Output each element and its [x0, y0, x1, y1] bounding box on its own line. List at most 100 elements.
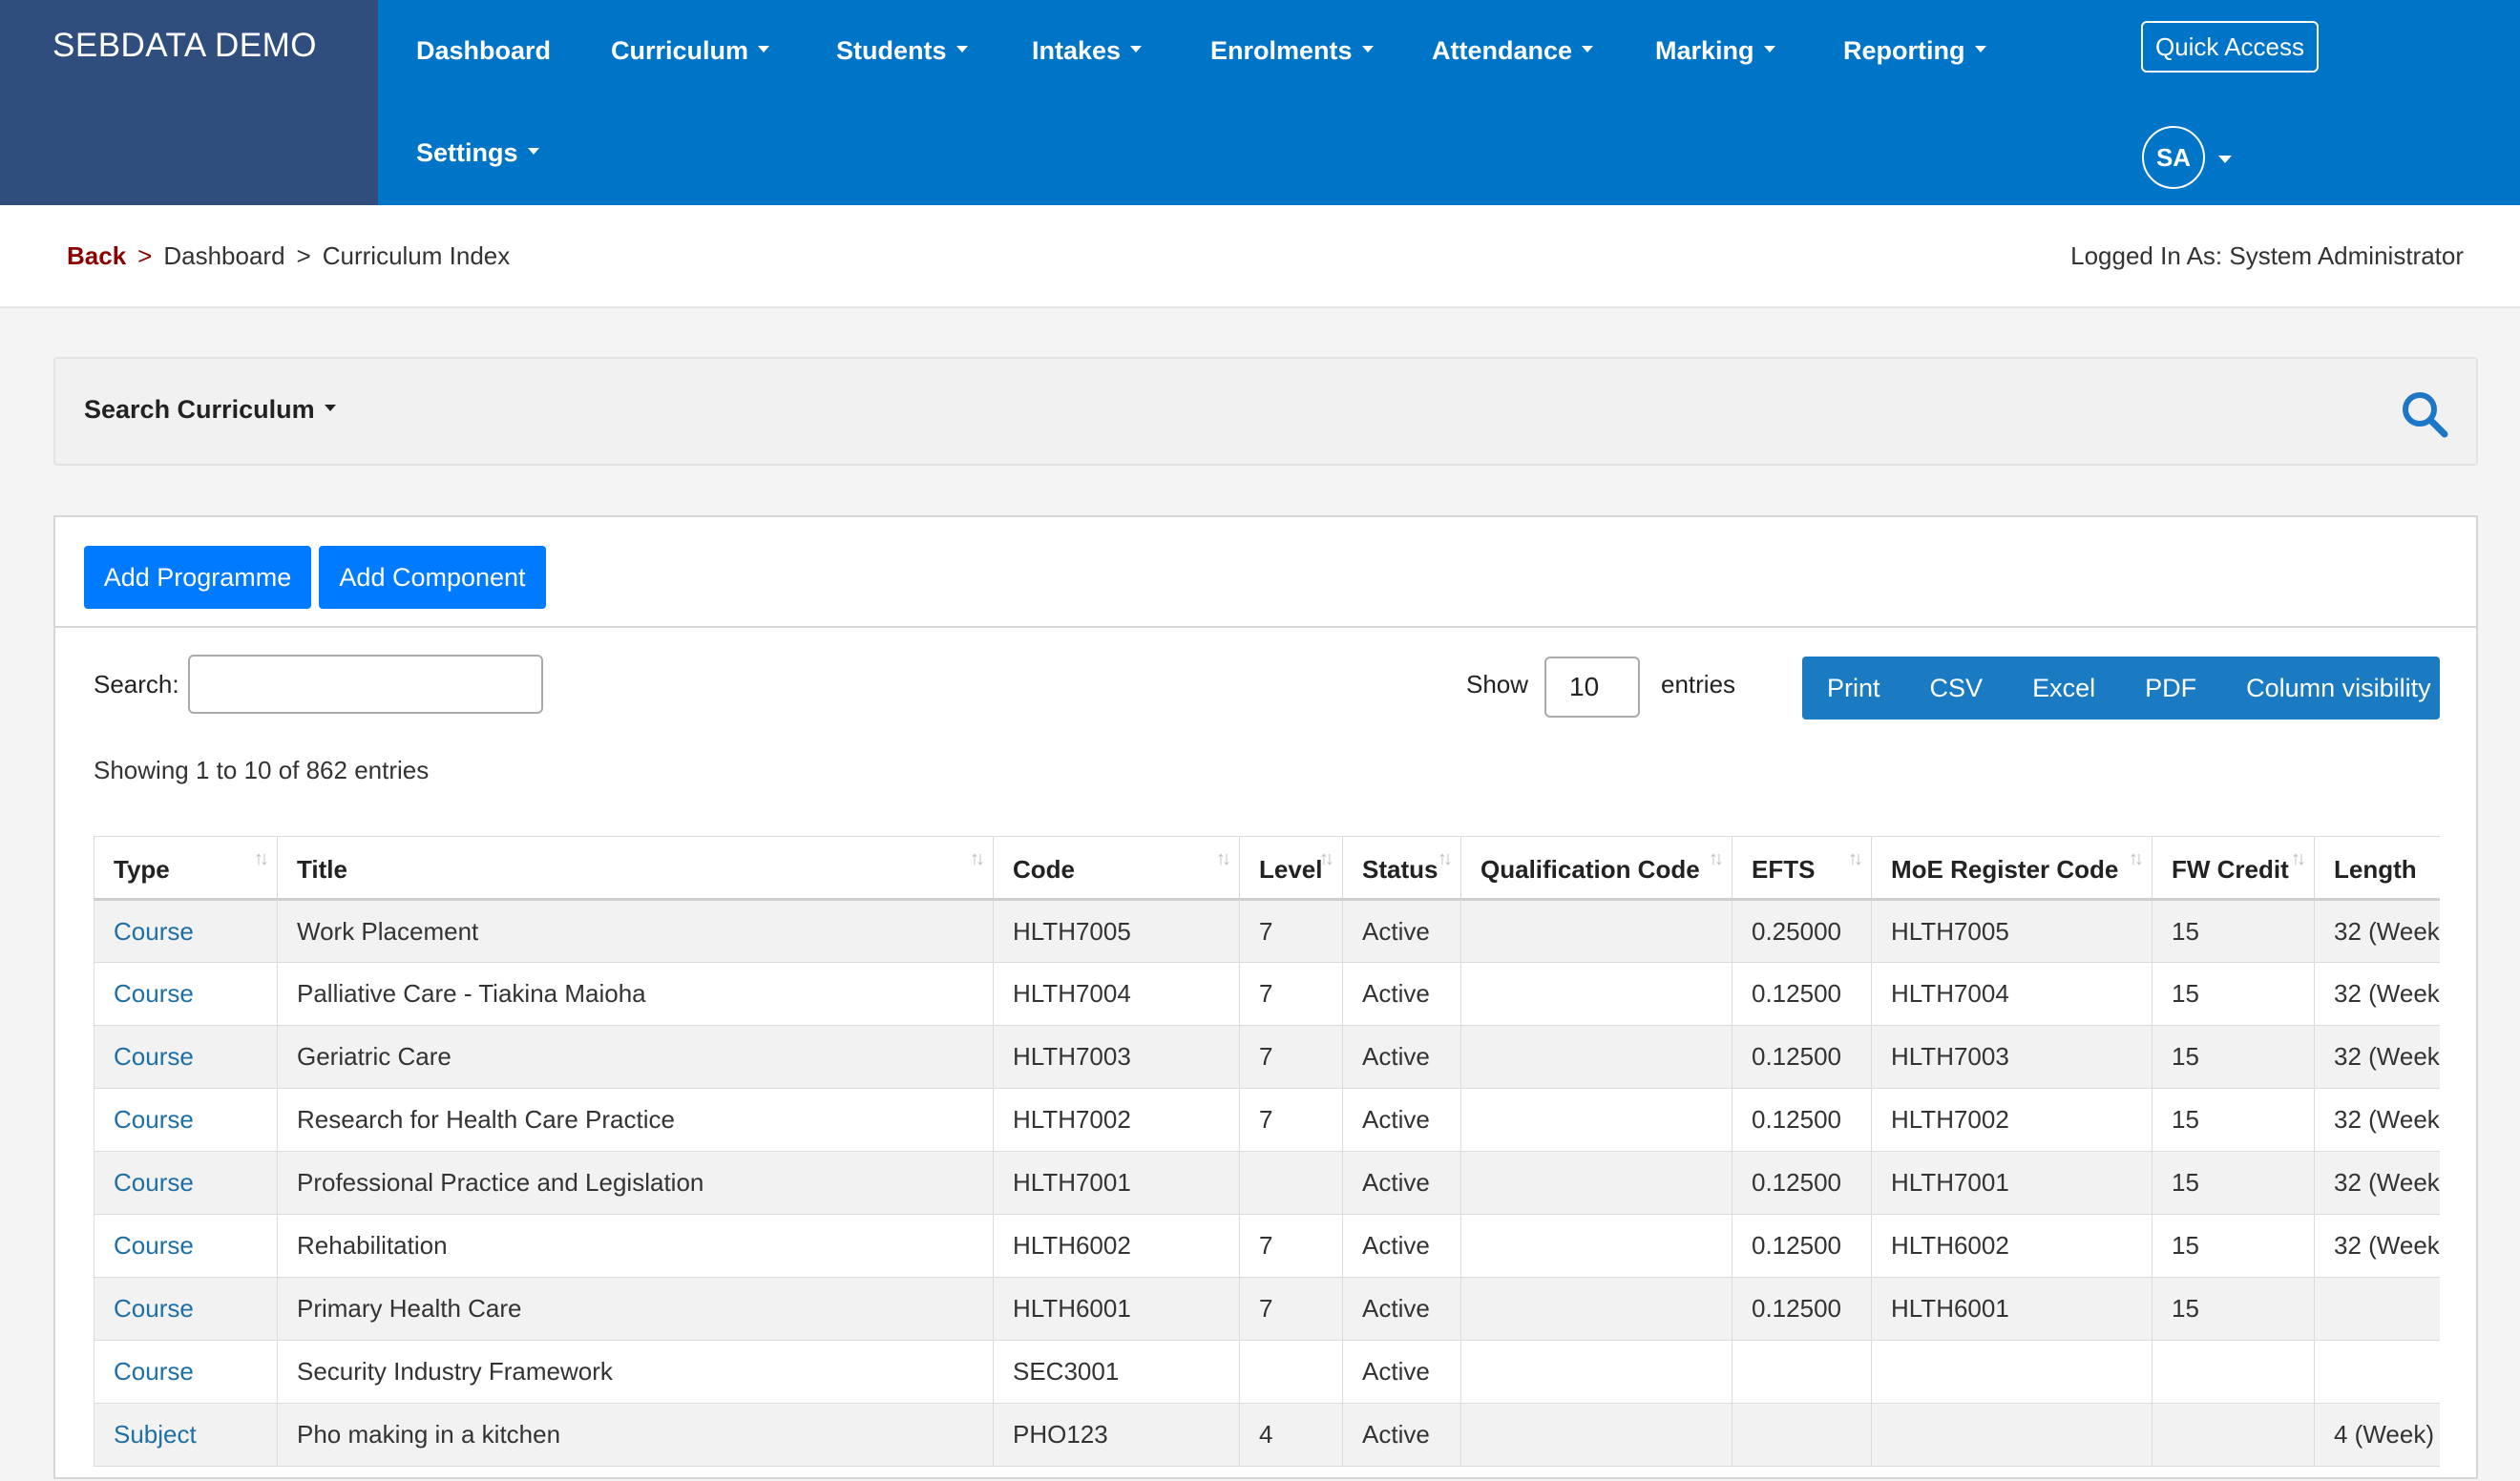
nav-curriculum[interactable]: Curriculum: [611, 36, 770, 66]
cell-moe-register-code: [1871, 1403, 2152, 1467]
column-header-moe-register-code[interactable]: MoE Register Code ↑↓: [1871, 836, 2152, 901]
table-row[interactable]: Course Geriatric Care HLTH7003 7 Active 0.125…: [94, 1025, 2440, 1089]
cell-status: Active: [1342, 1088, 1461, 1152]
table-row[interactable]: Course Work Placement HLTH7005 7 Active 0.250…: [94, 899, 2440, 963]
column-header-length[interactable]: Length: [2314, 836, 2440, 901]
back-link[interactable]: Back: [67, 241, 126, 270]
table-scroll-area[interactable]: Type ↑↓ Title ↑↓ Code ↑↓ Level ↑↓ Status ↑↓ Qualif…: [94, 836, 2440, 1481]
column-visibility-button[interactable]: Column visibility: [2221, 657, 2477, 720]
cell-type[interactable]: Course: [94, 899, 278, 963]
column-header-type[interactable]: Type ↑↓: [94, 836, 278, 901]
search-curriculum-toggle[interactable]: Search Curriculum: [84, 395, 336, 425]
column-header-code[interactable]: Code ↑↓: [993, 836, 1240, 901]
table-row[interactable]: Subject Pho making in a kitchen PHO123 4 Act…: [94, 1403, 2440, 1467]
csv-button[interactable]: CSV: [1905, 657, 2008, 720]
sort-icon[interactable]: ↑↓: [1438, 848, 1453, 870]
sort-icon[interactable]: ↑↓: [970, 848, 985, 870]
cell-type[interactable]: Course: [94, 962, 278, 1026]
quick-access-button[interactable]: Quick Access: [2141, 21, 2319, 73]
cell-efts: 0.12500: [1732, 962, 1872, 1026]
column-header-label: MoE Register Code: [1891, 855, 2119, 884]
cell-type[interactable]: Course: [94, 1151, 278, 1215]
nav-dashboard[interactable]: Dashboard: [416, 36, 551, 66]
entries-label: entries: [1661, 670, 1736, 699]
column-header-fw-credit[interactable]: FW Credit ↑↓: [2152, 836, 2315, 901]
cell-title: Geriatric Care: [277, 1025, 994, 1089]
nav-reporting[interactable]: Reporting: [1843, 36, 1986, 66]
column-header-efts[interactable]: EFTS ↑↓: [1732, 836, 1872, 901]
cell-level: 7: [1239, 899, 1343, 963]
print-button[interactable]: Print: [1802, 657, 1905, 720]
breadcrumb-current: Curriculum Index: [322, 241, 511, 270]
cell-length: 32 (Week): [2314, 899, 2440, 963]
user-menu-chevron-icon[interactable]: [2218, 156, 2232, 163]
search-icon[interactable]: [2400, 389, 2449, 439]
cell-title: Primary Health Care: [277, 1277, 994, 1341]
cell-qualification-code: [1460, 1340, 1732, 1404]
cell-length: 32 (Week): [2314, 1025, 2440, 1089]
nav-enrolments[interactable]: Enrolments: [1210, 36, 1374, 66]
cell-level: 7: [1239, 1214, 1343, 1278]
nav-marking[interactable]: Marking: [1655, 36, 1775, 66]
brand-logo-text[interactable]: SEBDATA DEMO: [52, 27, 317, 65]
nav-students[interactable]: Students: [836, 36, 968, 66]
table-row[interactable]: Course Professional Practice and Legislat…: [94, 1151, 2440, 1215]
table-row[interactable]: Course Security Industry Framework SEC3001…: [94, 1340, 2440, 1404]
cell-code: HLTH7004: [993, 962, 1240, 1026]
cell-moe-register-code: HLTH7002: [1871, 1088, 2152, 1152]
cell-moe-register-code: HLTH7003: [1871, 1025, 2152, 1089]
sort-icon[interactable]: ↑↓: [2291, 848, 2306, 870]
cell-level: [1239, 1340, 1343, 1404]
cell-qualification-code: [1460, 962, 1732, 1026]
sort-icon[interactable]: ↑↓: [254, 848, 269, 870]
cell-type[interactable]: Course: [94, 1214, 278, 1278]
cell-efts: 0.12500: [1732, 1214, 1872, 1278]
cell-title: Rehabilitation: [277, 1214, 994, 1278]
sort-icon[interactable]: ↑↓: [1319, 848, 1334, 870]
cell-length: 32 (Week): [2314, 962, 2440, 1026]
cell-status: Active: [1342, 1025, 1461, 1089]
column-header-level[interactable]: Level ↑↓: [1239, 836, 1343, 901]
cell-length: 32 (Week): [2314, 1214, 2440, 1278]
excel-button[interactable]: Excel: [2007, 657, 2120, 720]
chevron-down-icon: [1763, 46, 1775, 53]
sort-icon[interactable]: ↑↓: [2129, 848, 2144, 870]
table-row[interactable]: Course Primary Health Care HLTH6001 7 Active…: [94, 1277, 2440, 1341]
table-row[interactable]: Course Rehabilitation HLTH6002 7 Active 0.125…: [94, 1214, 2440, 1278]
table-row[interactable]: Course Palliative Care - Tiakina Maioha HL…: [94, 962, 2440, 1026]
add-component-button[interactable]: Add Component: [319, 546, 546, 609]
cell-qualification-code: [1460, 1151, 1732, 1215]
sort-icon[interactable]: ↑↓: [1709, 848, 1724, 870]
cell-qualification-code: [1460, 1088, 1732, 1152]
chevron-down-icon: [1130, 46, 1143, 53]
breadcrumb-dashboard[interactable]: Dashboard: [163, 241, 284, 270]
column-header-status[interactable]: Status ↑↓: [1342, 836, 1461, 901]
column-header-title[interactable]: Title ↑↓: [277, 836, 994, 901]
cell-level: 7: [1239, 1025, 1343, 1089]
table-row[interactable]: Course Research for Health Care Practice H…: [94, 1088, 2440, 1152]
nav-settings[interactable]: Settings: [416, 138, 539, 168]
cell-moe-register-code: HLTH6001: [1871, 1277, 2152, 1341]
page-size-select[interactable]: 10: [1544, 657, 1640, 718]
table-search-input[interactable]: [188, 655, 543, 714]
cell-code: HLTH6001: [993, 1277, 1240, 1341]
brand-panel: SEBDATA DEMO: [0, 0, 378, 205]
cell-efts: 0.12500: [1732, 1025, 1872, 1089]
column-header-label: Title: [297, 855, 347, 884]
table-info: Showing 1 to 10 of 862 entries: [94, 756, 430, 784]
cell-moe-register-code: [1871, 1340, 2152, 1404]
breadcrumb-separator: >: [137, 241, 153, 270]
sort-icon[interactable]: ↑↓: [1848, 848, 1863, 870]
column-header-qualification-code[interactable]: Qualification Code ↑↓: [1460, 836, 1732, 901]
cell-type[interactable]: Course: [94, 1340, 278, 1404]
cell-type[interactable]: Course: [94, 1277, 278, 1341]
pdf-button[interactable]: PDF: [2120, 657, 2221, 720]
cell-type[interactable]: Course: [94, 1088, 278, 1152]
sort-icon[interactable]: ↑↓: [1216, 848, 1231, 870]
nav-intakes[interactable]: Intakes: [1032, 36, 1143, 66]
cell-type[interactable]: Subject: [94, 1403, 278, 1467]
user-avatar[interactable]: SA: [2142, 126, 2205, 189]
add-programme-button[interactable]: Add Programme: [84, 546, 311, 609]
nav-attendance[interactable]: Attendance: [1432, 36, 1594, 66]
cell-type[interactable]: Course: [94, 1025, 278, 1089]
